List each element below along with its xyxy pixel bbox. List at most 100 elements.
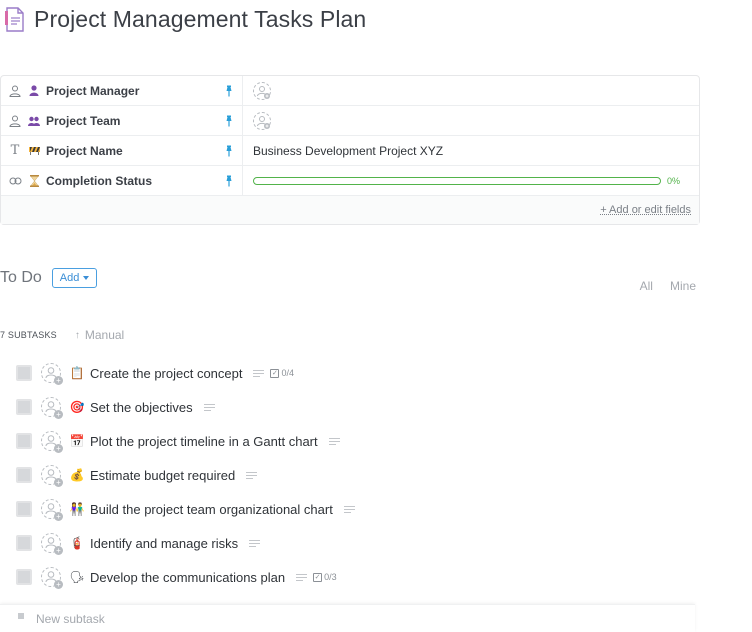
checklist-badge: ✓ 0/3 — [313, 572, 337, 582]
assign-user-icon[interactable]: + — [41, 397, 63, 419]
user-icon — [8, 114, 22, 128]
task-name[interactable]: Develop the communications plan — [90, 570, 285, 585]
field-name: Project Team — [46, 113, 121, 128]
plus-icon: + — [54, 580, 63, 589]
description-icon — [253, 369, 265, 377]
status-label: To Do — [0, 269, 42, 286]
checklist-count: 0/4 — [281, 368, 294, 378]
pin-icon[interactable] — [224, 144, 234, 157]
field-label: Completion Status — [1, 166, 243, 195]
field-label: Project Manager — [1, 76, 243, 105]
assign-user-icon[interactable]: + — [41, 567, 63, 589]
assign-user-icon[interactable]: + — [41, 465, 63, 487]
subtask-row[interactable]: + 👫 Build the project team organizational … — [16, 492, 355, 526]
chevron-down-icon — [83, 276, 90, 280]
task-name[interactable]: Build the project team organizational ch… — [90, 502, 333, 517]
field-name: Project Name — [46, 143, 123, 158]
fields-footer: + Add or edit fields — [1, 196, 699, 224]
subtasks-header: 7 SUBTASKS ↑ Manual — [0, 328, 124, 342]
add-edit-fields-link[interactable]: + Add or edit fields — [600, 204, 691, 216]
subtask-row[interactable]: + 💰 Estimate budget required — [16, 458, 355, 492]
subtask-row[interactable]: + 🧯 Identify and manage risks — [16, 526, 355, 560]
field-value-project-name[interactable]: Business Development Project XYZ — [243, 136, 699, 165]
task-checkbox[interactable] — [16, 501, 32, 517]
description-icon — [249, 539, 261, 547]
plus-icon: + — [54, 546, 63, 555]
filter-all[interactable]: All — [640, 279, 653, 293]
checklist-count: 0/3 — [324, 572, 337, 582]
field-label: T Project Name — [1, 136, 243, 165]
add-button[interactable]: Add — [51, 268, 98, 288]
field-value-completion-status[interactable]: 0% — [243, 166, 699, 195]
task-checkbox[interactable] — [16, 433, 32, 449]
task-name[interactable]: Estimate budget required — [90, 468, 235, 483]
task-name[interactable]: Set the objectives — [90, 400, 193, 415]
progress-type-icon — [8, 174, 22, 188]
pin-icon[interactable] — [224, 114, 234, 127]
subtask-list: + 📋 Create the project concept ✓ 0/4 + 🎯 Set th… — [16, 356, 355, 594]
assign-user-icon[interactable] — [253, 81, 271, 100]
task-checkbox[interactable] — [16, 467, 32, 483]
subtask-row[interactable]: + 🎯 Set the objectives — [16, 390, 355, 424]
sort-label: Manual — [84, 328, 125, 342]
field-name: Project Manager — [46, 83, 140, 98]
pin-icon[interactable] — [224, 84, 234, 97]
page-title[interactable]: Project Management Tasks Plan — [34, 6, 366, 33]
task-checkbox[interactable] — [16, 365, 32, 381]
checklist-badge: ✓ 0/4 — [270, 368, 294, 378]
assign-user-icon[interactable] — [253, 111, 271, 130]
status-header: To Do Add — [0, 268, 98, 288]
text-type-icon: T — [10, 143, 20, 158]
user-icon — [8, 84, 22, 98]
field-value-project-manager[interactable] — [243, 76, 699, 105]
pin-icon[interactable] — [224, 174, 234, 187]
add-button-label: Add — [59, 272, 80, 284]
sort-toggle[interactable]: ↑ Manual — [75, 328, 124, 342]
field-row-project-name[interactable]: T Project Name Business Development Proj… — [1, 136, 699, 166]
checkbox-icon: ✓ — [313, 572, 323, 582]
task-checkbox[interactable] — [16, 535, 32, 551]
subtask-row[interactable]: + 🗣 Develop the communications plan ✓ 0/3 — [16, 560, 355, 594]
plus-icon: + — [54, 444, 63, 453]
new-subtask-input[interactable] — [36, 611, 191, 626]
subtask-row[interactable]: + 📅 Plot the project timeline in a Gantt c… — [16, 424, 355, 458]
document-icon — [4, 6, 26, 33]
task-emoji-icon: 🗣 — [69, 570, 85, 584]
assignee-filter: All Mine — [640, 279, 696, 293]
assign-user-icon[interactable]: + — [41, 533, 63, 555]
assign-user-icon[interactable]: + — [41, 499, 63, 521]
hourglass-icon — [27, 174, 41, 187]
description-icon — [343, 505, 355, 513]
field-row-project-manager[interactable]: Project Manager — [1, 76, 699, 106]
construction-icon — [27, 146, 41, 155]
arrow-up-icon: ↑ — [74, 329, 80, 341]
plus-icon: + — [54, 512, 63, 521]
purple-person-icon — [27, 85, 41, 96]
task-emoji-icon: 💰 — [69, 468, 85, 482]
progress-bar[interactable] — [253, 176, 661, 185]
field-row-completion-status[interactable]: Completion Status 0% — [1, 166, 699, 196]
title-row: Project Management Tasks Plan — [4, 6, 366, 33]
description-icon — [203, 403, 215, 411]
description-icon — [296, 573, 308, 581]
description-icon — [328, 437, 340, 445]
task-checkbox[interactable] — [16, 569, 32, 585]
field-row-project-team[interactable]: Project Team — [1, 106, 699, 136]
plus-icon: + — [54, 376, 63, 385]
field-value-project-team[interactable] — [243, 106, 699, 135]
task-emoji-icon: 👫 — [69, 502, 85, 516]
filter-mine[interactable]: Mine — [670, 279, 696, 293]
task-name[interactable]: Plot the project timeline in a Gantt cha… — [90, 434, 318, 449]
task-emoji-icon: 📋 — [69, 366, 85, 380]
plus-icon: + — [54, 478, 63, 487]
assign-user-icon[interactable]: + — [41, 363, 63, 385]
task-checkbox[interactable] — [16, 399, 32, 415]
custom-fields-panel: Project Manager Project Team T Project N… — [0, 75, 700, 225]
progress-percent: 0% — [667, 175, 681, 186]
task-name[interactable]: Identify and manage risks — [90, 536, 238, 551]
task-name[interactable]: Create the project concept — [90, 366, 242, 381]
field-name: Completion Status — [46, 173, 153, 188]
assign-user-icon[interactable]: + — [41, 431, 63, 453]
subtask-row[interactable]: + 📋 Create the project concept ✓ 0/4 — [16, 356, 355, 390]
new-subtask-bullet-icon — [18, 612, 24, 619]
